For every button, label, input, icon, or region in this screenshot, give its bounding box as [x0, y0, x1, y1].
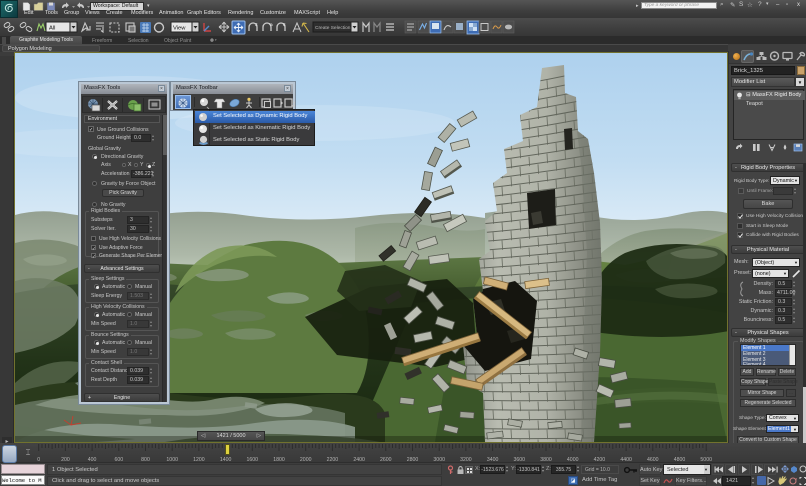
svg-text:All: All: [49, 26, 55, 32]
svg-text:1000: 1000: [166, 457, 178, 463]
svg-text:2400: 2400: [353, 457, 365, 463]
svg-text:1400: 1400: [220, 457, 232, 463]
svg-text:3800: 3800: [540, 457, 552, 463]
svg-text:1600: 1600: [247, 457, 259, 463]
svg-text:200: 200: [61, 457, 70, 463]
svg-text:4800: 4800: [674, 457, 686, 463]
svg-text:View: View: [173, 26, 186, 32]
svg-text:400: 400: [88, 457, 97, 463]
svg-text:2800: 2800: [407, 457, 419, 463]
svg-text:1200: 1200: [193, 457, 205, 463]
svg-text:4400: 4400: [620, 457, 632, 463]
svg-text:3400: 3400: [487, 457, 499, 463]
svg-text:4600: 4600: [647, 457, 659, 463]
svg-text:2600: 2600: [380, 457, 392, 463]
svg-text:3000: 3000: [433, 457, 445, 463]
svg-text:4000: 4000: [567, 457, 579, 463]
svg-text:2000: 2000: [300, 457, 312, 463]
svg-text:2200: 2200: [327, 457, 339, 463]
svg-text:1800: 1800: [273, 457, 285, 463]
svg-text:3200: 3200: [460, 457, 472, 463]
svg-text:0: 0: [37, 457, 40, 463]
svg-text:5000: 5000: [700, 457, 712, 463]
svg-text:600: 600: [114, 457, 123, 463]
svg-text:800: 800: [141, 457, 150, 463]
svg-text:%: %: [269, 22, 273, 27]
svg-text:3600: 3600: [514, 457, 526, 463]
svg-text:4200: 4200: [594, 457, 606, 463]
